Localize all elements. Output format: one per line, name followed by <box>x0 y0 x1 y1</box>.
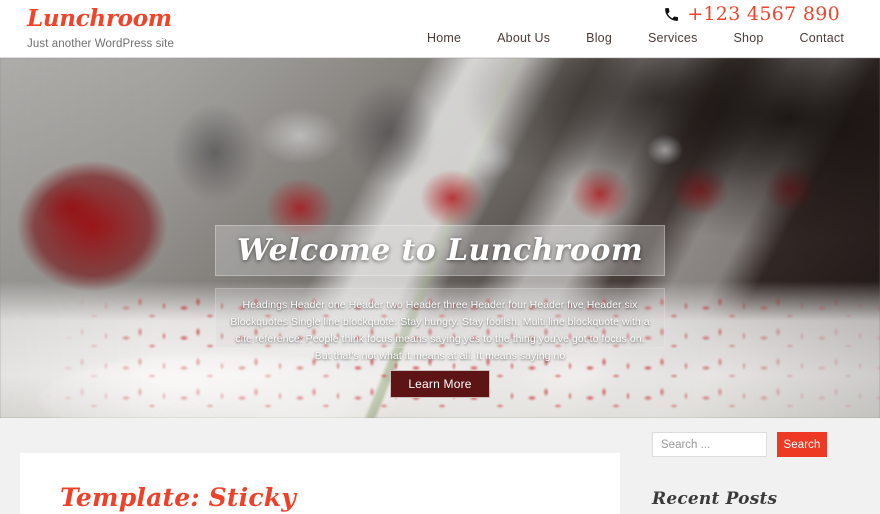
nav-item-blog[interactable]: Blog <box>568 30 630 46</box>
recent-posts-title: Recent Posts <box>652 489 778 509</box>
nav-item-contact[interactable]: Contact <box>782 30 844 46</box>
site-title[interactable]: Lunchroom <box>27 6 174 31</box>
header-right: +123 4567 890 Home About Us Blog Service… <box>320 0 880 58</box>
site-header: Lunchroom Just another WordPress site +1… <box>0 0 880 58</box>
search-input[interactable] <box>652 432 767 457</box>
content-column: Template: Sticky January 7, 2012 | No Co… <box>20 453 620 514</box>
phone-icon <box>663 6 680 23</box>
search-form: Search <box>652 432 862 457</box>
phone-number[interactable]: +123 4567 890 <box>687 4 840 24</box>
brand[interactable]: Lunchroom Just another WordPress site <box>27 6 174 51</box>
learn-more-button[interactable]: Learn More <box>390 370 490 398</box>
site-tagline: Just another WordPress site <box>27 38 174 50</box>
hero-heading-panel: Welcome to Lunchroom <box>215 225 665 276</box>
nav-item-shop[interactable]: Shop <box>716 30 782 46</box>
main-navigation: Home About Us Blog Services Shop Contact <box>409 30 844 46</box>
phone-block[interactable]: +123 4567 890 <box>663 4 840 24</box>
nav-item-home[interactable]: Home <box>409 30 479 46</box>
nav-item-services[interactable]: Services <box>630 30 716 46</box>
hero-banner: Welcome to Lunchroom Headings Header one… <box>0 58 880 418</box>
hero-description: Headings Header one Header two Header th… <box>230 299 650 362</box>
hero-text-panel: Headings Header one Header two Header th… <box>215 288 665 362</box>
hero-heading: Welcome to Lunchroom <box>237 232 643 268</box>
post-title[interactable]: Template: Sticky <box>60 483 590 512</box>
sidebar: Search Recent Posts <box>652 432 862 510</box>
page-body: Template: Sticky January 7, 2012 | No Co… <box>0 418 880 514</box>
search-button[interactable]: Search <box>777 432 827 457</box>
nav-item-about-us[interactable]: About Us <box>479 30 568 46</box>
